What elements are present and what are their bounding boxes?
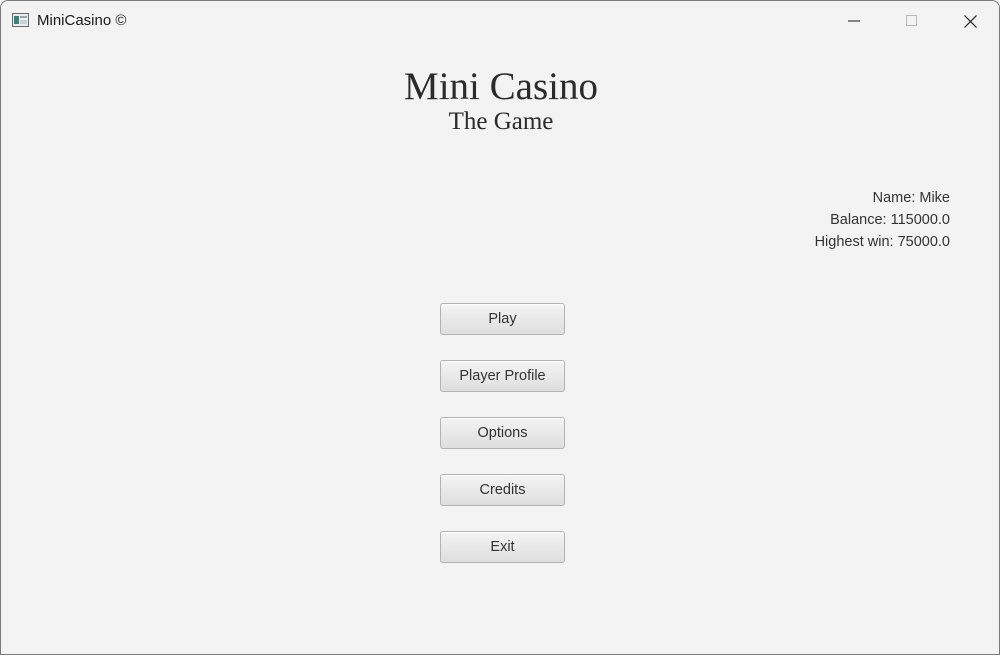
title-bar[interactable]: MiniCasino © [1,1,999,41]
player-balance: Balance: 115000.0 [830,212,950,228]
main-menu: Play Player Profile Options Credits Exit [440,303,565,588]
close-button[interactable] [941,1,999,41]
app-icon [12,13,29,27]
game-subtitle: The Game [448,108,554,135]
options-button[interactable]: Options [440,417,565,449]
window-title: MiniCasino © [37,12,127,29]
play-button[interactable]: Play [440,303,565,335]
app-window: MiniCasino © Mini Casino The Game Name: … [0,0,1000,655]
close-icon [963,14,977,28]
maximize-button[interactable] [883,1,941,41]
player-highest-win: Highest win: 75000.0 [814,234,950,250]
player-profile-button[interactable]: Player Profile [440,360,565,392]
player-name: Name: Mike [872,190,950,206]
maximize-icon [906,15,917,26]
game-title: Mini Casino [404,65,598,108]
player-info-panel: Name: Mike Balance: 115000.0 Highest win… [815,187,950,253]
credits-button[interactable]: Credits [440,474,565,506]
exit-button[interactable]: Exit [440,531,565,563]
minimize-button[interactable] [825,1,883,41]
minimize-icon [848,20,860,22]
